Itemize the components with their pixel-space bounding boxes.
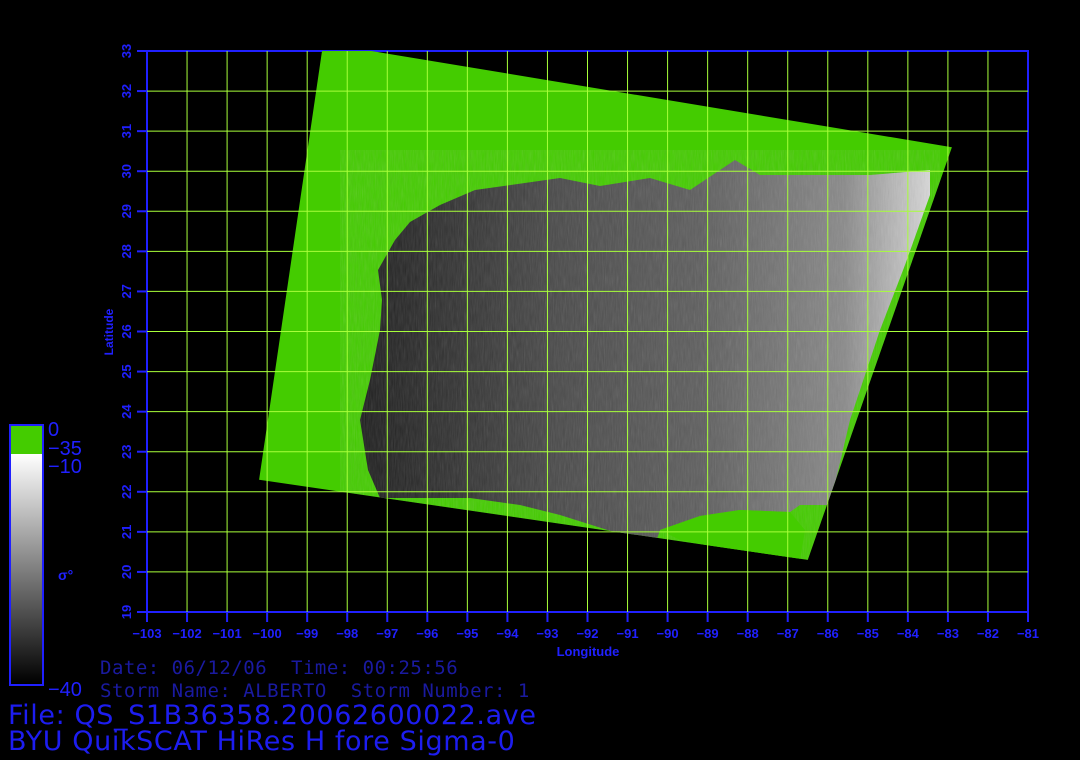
colorbar-tick-grey-top: −10	[48, 456, 82, 478]
x-tick-label: −83	[937, 626, 959, 641]
colorbar-tick-bottom: −40	[48, 679, 82, 701]
x-tick-label: −100	[252, 626, 281, 641]
x-tick-label: −81	[1017, 626, 1039, 641]
x-tick-label: −98	[336, 626, 358, 641]
x-tick-label: −99	[296, 626, 318, 641]
date-time-line: Date: 06/12/06 Time: 00:25:56	[100, 657, 459, 679]
y-tick-label: 19	[119, 605, 134, 619]
x-tick-label: −96	[416, 626, 438, 641]
x-axis-ticks: −103 −102 −101 −100 −99 −98 −97 −96 −95 −94 −93 −92…	[132, 612, 1039, 641]
colorbar-land-segment	[11, 426, 42, 454]
y-tick-label: 32	[119, 84, 134, 98]
y-tick-label: 29	[119, 204, 134, 218]
x-tick-label: −101	[212, 626, 241, 641]
y-axis-label: Latitude	[102, 308, 116, 355]
gridlines	[147, 51, 1028, 612]
y-tick-label: 26	[119, 324, 134, 338]
x-tick-label: −94	[496, 626, 519, 641]
x-tick-label: −87	[777, 626, 799, 641]
x-tick-label: −91	[617, 626, 639, 641]
y-tick-label: 31	[119, 124, 134, 138]
x-tick-label: −93	[536, 626, 558, 641]
y-tick-label: 33	[119, 44, 134, 58]
x-tick-label: −88	[737, 626, 759, 641]
x-tick-label: −85	[857, 626, 879, 641]
x-tick-label: −102	[172, 626, 201, 641]
y-tick-label: 24	[119, 404, 134, 419]
swath-image	[259, 51, 952, 560]
x-tick-label: −84	[897, 626, 920, 641]
y-tick-label: 28	[119, 244, 134, 258]
chart-title: BYU QuikSCAT HiRes H fore Sigma-0	[8, 726, 516, 757]
y-tick-label: 25	[119, 364, 134, 378]
y-tick-label: 27	[119, 284, 134, 298]
storm-line: Storm Name: ALBERTO Storm Number: 1	[100, 680, 530, 702]
x-axis-label: Longitude	[557, 644, 620, 659]
x-tick-label: −97	[376, 626, 398, 641]
chart-canvas: −103 −102 −101 −100 −99 −98 −97 −96 −95 −94 −93 −92…	[9, 44, 1039, 701]
x-tick-label: −82	[977, 626, 999, 641]
colorbar-gradient	[11, 454, 42, 684]
x-tick-label: −86	[817, 626, 839, 641]
y-tick-label: 21	[119, 525, 134, 539]
x-tick-label: −95	[456, 626, 478, 641]
x-tick-label: −89	[697, 626, 719, 641]
x-tick-label: −92	[576, 626, 598, 641]
ocean-texture	[340, 150, 940, 560]
x-tick-label: −90	[657, 626, 679, 641]
x-tick-label: −103	[132, 626, 161, 641]
y-axis-ticks: 19 20 21 22 23 24 25 26 27 28 29 30 31 32 33	[119, 44, 147, 619]
colorbar: 0 −35 −10 σ° −40	[9, 419, 82, 701]
y-tick-label: 22	[119, 485, 134, 499]
colorbar-variable-label: σ°	[58, 567, 73, 583]
y-tick-label: 30	[119, 164, 134, 178]
y-tick-label: 23	[119, 444, 134, 458]
y-tick-label: 20	[119, 565, 134, 579]
